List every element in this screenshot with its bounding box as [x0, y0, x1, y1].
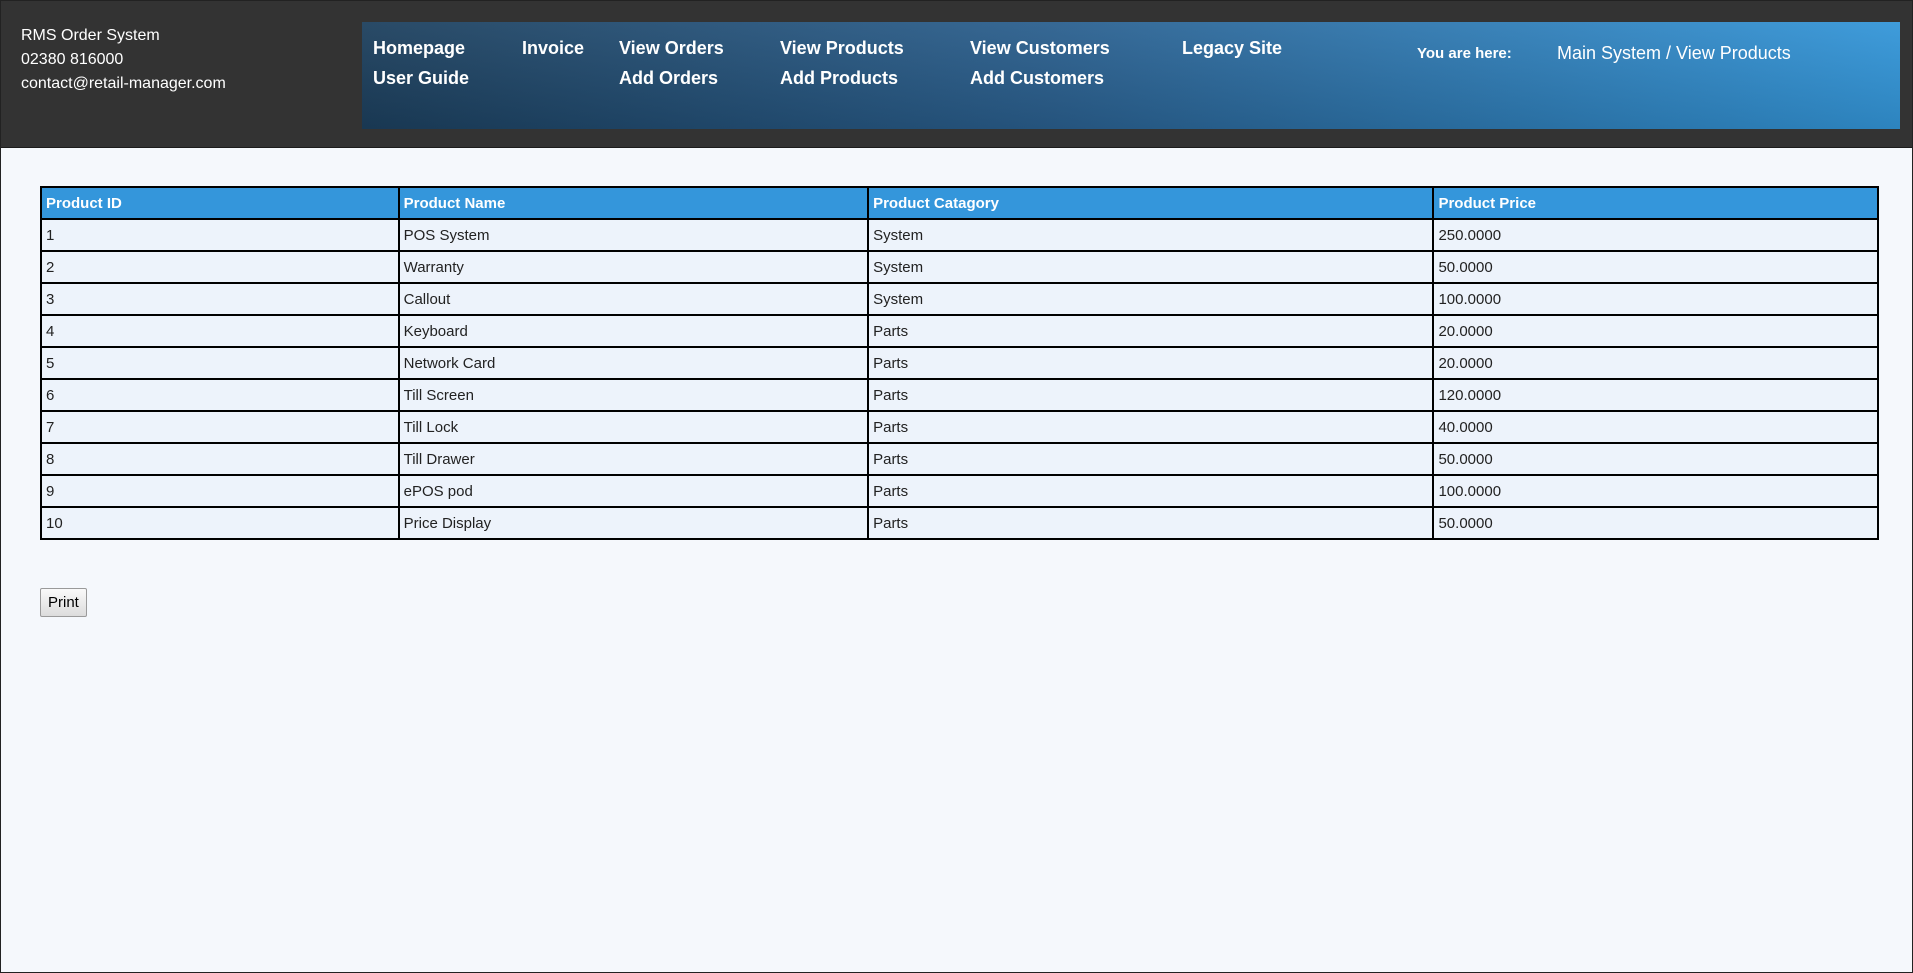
cell-product-name: Warranty	[397, 250, 870, 284]
cell-product-category: Parts	[867, 378, 1435, 412]
cell-product-category: Parts	[867, 442, 1435, 476]
nav-homepage[interactable]: Homepage	[373, 37, 465, 59]
cell-product-id: 1	[40, 218, 400, 252]
table-row: 3 Callout System 100.0000	[40, 282, 1879, 316]
cell-product-price: 50.0000	[1432, 506, 1879, 540]
cell-product-name: Callout	[397, 282, 870, 316]
header-product-price: Product Price	[1432, 186, 1879, 220]
table-row: 2 Warranty System 50.0000	[40, 250, 1879, 284]
nav-add-orders[interactable]: Add Orders	[619, 67, 718, 89]
table-header-row: Product ID Product Name Product Catagory…	[40, 186, 1879, 220]
contact-phone: 02380 816000	[21, 51, 124, 68]
main-navigation: Homepage User Guide Invoice View Orders …	[362, 22, 1900, 129]
breadcrumb: Main System / View Products	[1557, 43, 1791, 63]
header-product-id: Product ID	[40, 186, 400, 220]
cell-product-price: 50.0000	[1432, 442, 1879, 476]
site-title: RMS Order System	[21, 27, 160, 44]
contact-email: contact@retail-manager.com	[21, 75, 226, 92]
table-row: 7 Till Lock Parts 40.0000	[40, 410, 1879, 444]
cell-product-category: Parts	[867, 314, 1435, 348]
site-header: RMS Order System 02380 816000 contact@re…	[1, 1, 1912, 148]
table-row: 4 Keyboard Parts 20.0000	[40, 314, 1879, 348]
cell-product-name: ePOS pod	[397, 474, 870, 508]
print-button[interactable]: Print	[40, 588, 87, 617]
you-are-here-label: You are here:	[1417, 45, 1512, 62]
cell-product-name: Network Card	[397, 346, 870, 380]
nav-view-products[interactable]: View Products	[780, 37, 904, 59]
cell-product-id: 9	[40, 474, 400, 508]
cell-product-price: 20.0000	[1432, 346, 1879, 380]
cell-product-id: 5	[40, 346, 400, 380]
cell-product-name: Till Lock	[397, 410, 870, 444]
products-table: Product ID Product Name Product Catagory…	[40, 186, 1879, 540]
cell-product-category: System	[867, 282, 1435, 316]
table-row: 5 Network Card Parts 20.0000	[40, 346, 1879, 380]
nav-add-customers[interactable]: Add Customers	[970, 67, 1104, 89]
table-row: 1 POS System System 250.0000	[40, 218, 1879, 252]
cell-product-name: Price Display	[397, 506, 870, 540]
cell-product-price: 100.0000	[1432, 282, 1879, 316]
cell-product-price: 250.0000	[1432, 218, 1879, 252]
cell-product-price: 120.0000	[1432, 378, 1879, 412]
cell-product-price: 40.0000	[1432, 410, 1879, 444]
cell-product-category: Parts	[867, 410, 1435, 444]
cell-product-price: 20.0000	[1432, 314, 1879, 348]
nav-legacy-site[interactable]: Legacy Site	[1182, 37, 1282, 59]
cell-product-category: System	[867, 218, 1435, 252]
contact-block: RMS Order System 02380 816000 contact@re…	[21, 24, 226, 96]
cell-product-category: System	[867, 250, 1435, 284]
cell-product-name: Till Screen	[397, 378, 870, 412]
nav-view-orders[interactable]: View Orders	[619, 37, 724, 59]
nav-add-products[interactable]: Add Products	[780, 67, 898, 89]
cell-product-name: Keyboard	[397, 314, 870, 348]
cell-product-id: 10	[40, 506, 400, 540]
table-row: 9 ePOS pod Parts 100.0000	[40, 474, 1879, 508]
cell-product-id: 3	[40, 282, 400, 316]
cell-product-id: 2	[40, 250, 400, 284]
cell-product-category: Parts	[867, 346, 1435, 380]
cell-product-name: Till Drawer	[397, 442, 870, 476]
table-row: 10 Price Display Parts 50.0000	[40, 506, 1879, 540]
cell-product-id: 7	[40, 410, 400, 444]
table-row: 8 Till Drawer Parts 50.0000	[40, 442, 1879, 476]
cell-product-id: 4	[40, 314, 400, 348]
cell-product-category: Parts	[867, 506, 1435, 540]
nav-user-guide[interactable]: User Guide	[373, 67, 469, 89]
cell-product-id: 8	[40, 442, 400, 476]
nav-view-customers[interactable]: View Customers	[970, 37, 1110, 59]
cell-product-price: 50.0000	[1432, 250, 1879, 284]
cell-product-category: Parts	[867, 474, 1435, 508]
cell-product-price: 100.0000	[1432, 474, 1879, 508]
cell-product-name: POS System	[397, 218, 870, 252]
page: RMS Order System 02380 816000 contact@re…	[0, 0, 1913, 973]
header-product-category: Product Catagory	[867, 186, 1435, 220]
cell-product-id: 6	[40, 378, 400, 412]
nav-invoice[interactable]: Invoice	[522, 37, 584, 59]
table-row: 6 Till Screen Parts 120.0000	[40, 378, 1879, 412]
header-product-name: Product Name	[397, 186, 870, 220]
